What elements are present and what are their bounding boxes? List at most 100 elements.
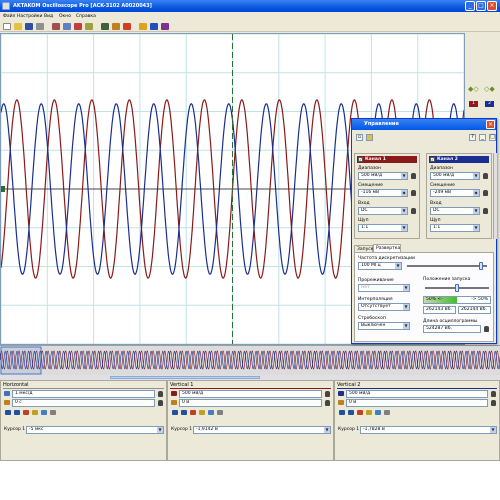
chevron-down-icon[interactable]: ▼ bbox=[403, 285, 409, 291]
lock-icon[interactable] bbox=[411, 190, 416, 196]
timebase-field[interactable]: 1 мкс/д bbox=[12, 390, 155, 398]
nav-right-icon[interactable]: ◇◆ bbox=[484, 85, 495, 93]
cursor-a-icon[interactable] bbox=[339, 410, 345, 415]
lock-icon[interactable] bbox=[491, 400, 496, 406]
overview-strip[interactable] bbox=[0, 345, 500, 376]
tool-icon[interactable] bbox=[366, 134, 373, 141]
close-button[interactable]: × bbox=[487, 1, 497, 11]
measure-icon[interactable] bbox=[357, 410, 363, 415]
menu-settings[interactable]: Настройки bbox=[17, 14, 42, 19]
chevron-down-icon[interactable]: ▼ bbox=[395, 263, 401, 269]
offset-field[interactable]: 0 В bbox=[346, 399, 488, 407]
lock-icon[interactable] bbox=[158, 400, 163, 406]
ch1-input-select[interactable]: DC ▼ bbox=[358, 207, 408, 215]
new-icon[interactable] bbox=[3, 23, 11, 30]
ch1-badge[interactable]: 1 bbox=[469, 101, 478, 107]
lock-icon[interactable] bbox=[483, 190, 488, 196]
save-icon[interactable] bbox=[25, 23, 33, 30]
print-icon[interactable] bbox=[36, 23, 44, 30]
zoom-icon[interactable] bbox=[366, 410, 372, 415]
chevron-down-icon[interactable]: ▼ bbox=[324, 427, 330, 433]
cursor-select[interactable]: -1,7828 В ▼ bbox=[360, 426, 497, 434]
zoom-icon[interactable] bbox=[199, 410, 205, 415]
hand-icon[interactable] bbox=[139, 23, 147, 30]
spin-icon[interactable]: ◆ bbox=[401, 190, 407, 196]
help-icon[interactable]: ? bbox=[469, 134, 476, 141]
marker-icon[interactable] bbox=[375, 410, 381, 415]
settings-icon[interactable] bbox=[74, 23, 82, 30]
ch2-range-select[interactable]: 500 мВ/д ▼ bbox=[430, 172, 480, 180]
ch1-range-select[interactable]: 500 мВ/д ▼ bbox=[358, 172, 408, 180]
menu-help[interactable]: Справка bbox=[76, 14, 96, 19]
chevron-down-icon[interactable]: ▼ bbox=[403, 304, 409, 310]
sampling-slider-thumb[interactable] bbox=[478, 262, 483, 270]
menu-file[interactable]: Файл bbox=[3, 14, 15, 19]
marker-icon[interactable] bbox=[208, 410, 214, 415]
maximize-button[interactable]: □ bbox=[476, 1, 486, 11]
lock-icon[interactable] bbox=[158, 391, 163, 397]
trigpos-slider-thumb[interactable] bbox=[455, 284, 459, 292]
ch2-offset-field[interactable]: -249 мВ ◆ bbox=[430, 189, 480, 197]
chevron-down-icon[interactable]: ▼ bbox=[490, 427, 496, 433]
lock-icon[interactable] bbox=[491, 391, 496, 397]
cursor-a-icon[interactable] bbox=[5, 410, 11, 415]
channel2-enable-checkbox[interactable]: ✓ bbox=[430, 157, 435, 162]
strobe-select[interactable]: Выключен ▼ bbox=[358, 322, 410, 330]
chevron-down-icon[interactable]: ▼ bbox=[401, 225, 407, 231]
stop-icon[interactable] bbox=[123, 23, 131, 30]
cursor-icon[interactable] bbox=[101, 23, 109, 30]
clear-icon[interactable] bbox=[50, 410, 56, 415]
sampling-slider-track[interactable] bbox=[407, 265, 487, 267]
cursor-b-icon[interactable] bbox=[14, 410, 20, 415]
scale-field[interactable]: 500 мВ/д bbox=[346, 390, 488, 398]
dialog-scrollbar[interactable] bbox=[493, 153, 497, 239]
chevron-down-icon[interactable]: ▼ bbox=[473, 173, 479, 179]
lock-icon[interactable] bbox=[483, 208, 488, 214]
lock-icon[interactable] bbox=[483, 173, 488, 179]
copy-icon[interactable] bbox=[63, 23, 71, 30]
tab-trigger[interactable]: Запуск bbox=[354, 245, 373, 252]
spin-icon[interactable]: ◆ bbox=[473, 190, 479, 196]
chevron-down-icon[interactable]: ▼ bbox=[473, 208, 479, 214]
sampling-select[interactable]: 100 МГц ▼ bbox=[358, 262, 402, 270]
clear-icon[interactable] bbox=[384, 410, 390, 415]
run-icon[interactable] bbox=[112, 23, 120, 30]
menu-window[interactable]: Окно bbox=[59, 14, 71, 19]
measure-icon[interactable] bbox=[150, 23, 158, 30]
minimize-icon[interactable]: _ bbox=[479, 134, 486, 141]
pin-icon[interactable]: ▫ bbox=[356, 134, 363, 141]
nav-left-icon[interactable]: ◆◇ bbox=[468, 85, 479, 93]
menu-view[interactable]: Вид bbox=[44, 14, 53, 19]
chevron-down-icon[interactable]: ▼ bbox=[401, 173, 407, 179]
scroll-thumb[interactable] bbox=[110, 376, 260, 379]
chevron-down-icon[interactable]: ▼ bbox=[157, 427, 163, 433]
cursor-select[interactable]: -5 мкс ▼ bbox=[26, 426, 164, 434]
open-icon[interactable] bbox=[14, 23, 22, 30]
chevron-down-icon[interactable]: ▼ bbox=[473, 225, 479, 231]
marker-icon[interactable] bbox=[41, 410, 47, 415]
chevron-down-icon[interactable]: ▼ bbox=[403, 323, 409, 329]
cursor-select[interactable]: -1,9142 В ▼ bbox=[193, 426, 331, 434]
cursor-b-icon[interactable] bbox=[348, 410, 354, 415]
lock-icon[interactable] bbox=[411, 208, 416, 214]
clear-icon[interactable] bbox=[217, 410, 223, 415]
lock-icon[interactable] bbox=[411, 173, 416, 179]
offset-field[interactable]: 0 В bbox=[179, 399, 322, 407]
channel1-enable-checkbox[interactable]: ✓ bbox=[358, 157, 363, 162]
chevron-down-icon[interactable]: ▼ bbox=[401, 208, 407, 214]
thinning-select[interactable]: Нет ▼ bbox=[358, 284, 410, 292]
ch1-probe-select[interactable]: 1:1 ▼ bbox=[358, 224, 408, 232]
measure-icon[interactable] bbox=[190, 410, 196, 415]
cut-icon[interactable] bbox=[52, 23, 60, 30]
ch2-input-select[interactable]: DC ▼ bbox=[430, 207, 480, 215]
info-icon[interactable] bbox=[161, 23, 169, 30]
chart-icon[interactable] bbox=[85, 23, 93, 30]
tab-sweep[interactable]: Развертка bbox=[373, 244, 401, 252]
zoom-icon[interactable] bbox=[32, 410, 38, 415]
lock-icon[interactable] bbox=[484, 326, 489, 332]
interp-select[interactable]: Отсутствует ▼ bbox=[358, 303, 410, 311]
scale-field[interactable]: 500 мВ/д bbox=[179, 390, 322, 398]
ch2-probe-select[interactable]: 1:1 ▼ bbox=[430, 224, 480, 232]
lock-icon[interactable] bbox=[325, 391, 330, 397]
cursor-b-icon[interactable] bbox=[181, 410, 187, 415]
